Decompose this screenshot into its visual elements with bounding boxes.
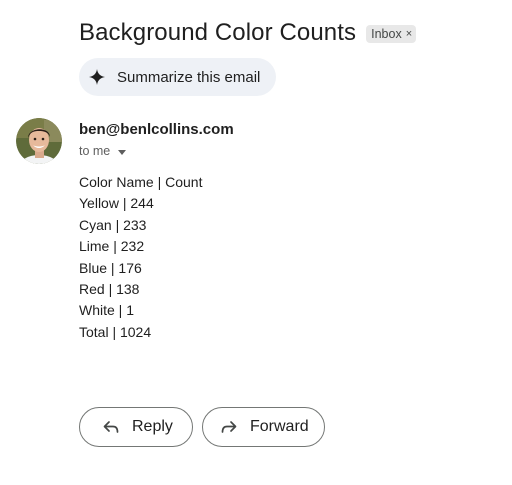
avatar-image: [16, 118, 62, 164]
body-line: Total | 1024: [79, 323, 152, 340]
label-chip-text: Inbox: [371, 27, 402, 41]
body-line: Cyan | 233: [79, 216, 147, 233]
reply-icon: [103, 421, 119, 433]
email-view: Background Color Counts Inbox × Summariz…: [0, 0, 512, 485]
summarize-email-button[interactable]: Summarize this email: [79, 58, 277, 96]
email-subject: Background Color Counts: [79, 19, 357, 46]
email-body: Color Name | Count Yellow | 244 Cyan | 2…: [79, 172, 202, 343]
inbox-label-chip[interactable]: Inbox ×: [366, 25, 417, 43]
sender-email[interactable]: ben@benlcollins.com: [79, 120, 234, 140]
forward-label: Forward: [250, 418, 309, 435]
body-line: Color Name | Count: [79, 174, 203, 190]
sparkle-icon: [89, 69, 105, 85]
show-details-caret-icon[interactable]: [118, 149, 127, 155]
reply-button[interactable]: Reply: [79, 407, 193, 447]
body-line: Red | 138: [79, 281, 140, 298]
reply-label: Reply: [132, 418, 173, 435]
subject-row: Background Color Counts Inbox ×: [79, 18, 417, 48]
forward-button[interactable]: Forward: [202, 407, 325, 447]
summarize-label: Summarize this email: [117, 68, 261, 86]
sender-avatar[interactable]: [16, 118, 62, 164]
body-line: Blue | 176: [79, 259, 142, 276]
forward-icon: [221, 421, 237, 433]
remove-label-icon[interactable]: ×: [406, 26, 412, 42]
recipient-line: to me: [79, 143, 127, 159]
body-line: Lime | 232: [79, 238, 145, 255]
recipient-text: to me: [79, 144, 111, 158]
body-line: Yellow | 244: [79, 195, 154, 212]
body-line: White | 1: [79, 302, 134, 319]
